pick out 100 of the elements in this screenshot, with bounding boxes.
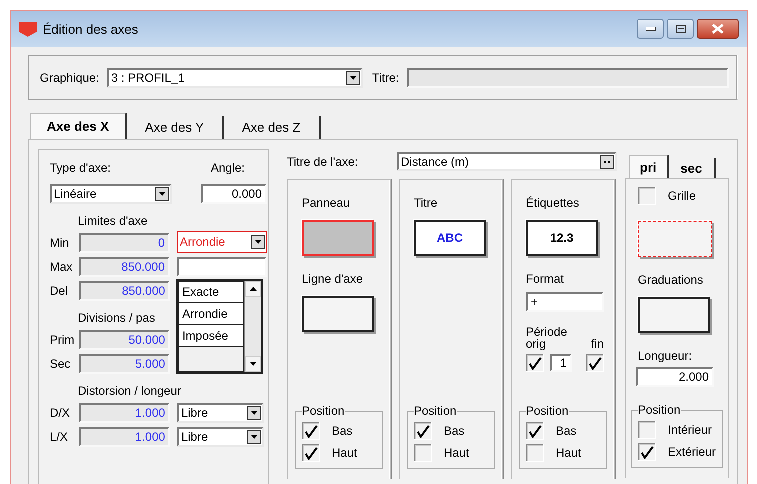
shield-icon <box>19 20 37 38</box>
dropdown-button[interactable] <box>155 187 169 201</box>
checkbox[interactable] <box>638 187 656 205</box>
chart-dropdown[interactable]: 3 : PROFIL_1 <box>107 68 364 88</box>
scroll-up-button[interactable] <box>245 281 262 297</box>
checkbox[interactable] <box>586 354 604 372</box>
checkbox[interactable] <box>638 421 656 439</box>
rounding-dropdown[interactable]: Arrondie <box>177 231 267 253</box>
checkbox[interactable] <box>526 354 544 372</box>
field-label: Min <box>50 236 70 250</box>
length-field[interactable]: 2.000 <box>636 367 714 387</box>
checkbox-label: Bas <box>556 424 577 438</box>
list-item[interactable]: Exacte <box>178 281 244 303</box>
maximize-button[interactable] <box>667 19 694 39</box>
period-field[interactable]: 1 <box>550 354 572 372</box>
checkmark-icon <box>528 424 542 438</box>
mode-dropdown[interactable]: Libre <box>177 403 264 423</box>
caret-icon <box>250 411 258 415</box>
grid-style-button[interactable] <box>638 221 712 257</box>
checkmark-icon <box>416 424 430 438</box>
checkbox[interactable] <box>638 443 656 461</box>
checkmark-icon <box>640 446 654 458</box>
maximize-icon <box>676 25 686 33</box>
minimize-icon <box>646 27 656 31</box>
color-swatch-button[interactable] <box>302 220 374 256</box>
tick-style-button[interactable] <box>638 297 710 333</box>
caret-icon <box>250 362 257 366</box>
section-label: Limites d'axe <box>78 214 148 228</box>
line-style-button[interactable] <box>302 296 374 332</box>
ellipsis-button[interactable] <box>600 154 614 168</box>
field-label: Titre: <box>372 70 400 84</box>
panel-title: Format <box>526 272 566 286</box>
group-title: Position <box>526 404 569 418</box>
checkbox-label: Haut <box>332 446 358 460</box>
section-label: Distorsion / longeur <box>78 384 182 398</box>
number-field[interactable]: 0 <box>78 233 170 253</box>
field-label: Titre de l'axe: <box>287 154 360 168</box>
tab[interactable]: pri <box>629 155 669 178</box>
checkbox[interactable] <box>526 422 544 440</box>
format-field[interactable]: + <box>526 292 604 312</box>
tab[interactable]: sec <box>668 158 716 178</box>
checkbox[interactable] <box>302 444 320 462</box>
list-item[interactable]: Arrondie <box>178 303 244 325</box>
field-label: Type d'axe: <box>50 161 111 175</box>
font-sample-button[interactable]: 12.3 <box>526 220 598 256</box>
scroll-down-button[interactable] <box>245 356 262 372</box>
axis-title-field[interactable]: Distance (m) <box>397 152 617 171</box>
minimize-button[interactable] <box>637 19 664 39</box>
caret-icon <box>254 240 262 244</box>
caret-icon <box>158 192 166 196</box>
close-button[interactable] <box>697 19 739 39</box>
up-arrow-icon <box>250 287 257 291</box>
number-field[interactable]: 850.000 <box>78 257 170 277</box>
group-title: Position <box>638 403 681 417</box>
field-label: Del <box>50 284 70 298</box>
field-label: orig <box>526 338 546 350</box>
number-field[interactable]: 850.000 <box>78 281 170 301</box>
angle-field[interactable]: 0.000 <box>201 184 267 204</box>
panel-title: Étiquettes <box>526 196 580 210</box>
list-item[interactable]: Imposée <box>178 325 244 347</box>
checkbox-label: Bas <box>332 424 353 438</box>
axis-type-dropdown[interactable]: Linéaire <box>50 184 172 204</box>
mode-dropdown[interactable]: Libre <box>177 427 264 447</box>
number-field[interactable]: 50.000 <box>78 330 170 350</box>
checkmark-icon <box>588 356 602 370</box>
dropdown-button[interactable] <box>346 70 360 84</box>
field-label: fin <box>591 338 604 350</box>
window-title: Édition des axes <box>43 22 138 36</box>
checkbox[interactable] <box>302 422 320 440</box>
group-title: Position <box>302 404 345 418</box>
checkmark-icon <box>304 446 318 460</box>
checkbox[interactable] <box>414 422 432 440</box>
dropdown-button[interactable] <box>247 406 262 420</box>
checkmark-icon <box>528 356 542 370</box>
group-title: Position <box>414 404 457 418</box>
field-label: Prim <box>50 333 76 347</box>
panel-title: Graduations <box>638 273 704 287</box>
field-label: Graphique: <box>40 70 100 84</box>
field-label: Max <box>50 260 74 274</box>
checkbox[interactable] <box>414 444 432 462</box>
caret-icon <box>250 435 258 439</box>
number-field[interactable]: 5.000 <box>78 354 170 374</box>
number-field[interactable]: 1.000 <box>78 427 170 447</box>
field-label: Angle: <box>210 161 245 175</box>
panel-title: Panneau <box>302 196 352 210</box>
dropdown-button[interactable] <box>251 235 265 249</box>
field-label: Sec <box>50 357 72 371</box>
checkbox[interactable] <box>526 444 544 462</box>
dropdown-edit-field[interactable] <box>177 257 267 277</box>
number-field[interactable]: 1.000 <box>78 403 170 423</box>
tab[interactable]: Axe des X <box>30 113 128 139</box>
checkbox-label: Haut <box>556 446 582 460</box>
font-sample-button[interactable]: ABC <box>414 220 486 256</box>
panel-title: Ligne d'axe <box>302 272 364 286</box>
close-icon <box>712 24 724 34</box>
checkbox-label: Bas <box>444 424 465 438</box>
checkbox-label: Intérieur <box>668 423 712 437</box>
dropdown-button[interactable] <box>247 430 262 444</box>
field-label: D/X <box>50 406 72 420</box>
section-label: Divisions / pas <box>78 311 156 325</box>
